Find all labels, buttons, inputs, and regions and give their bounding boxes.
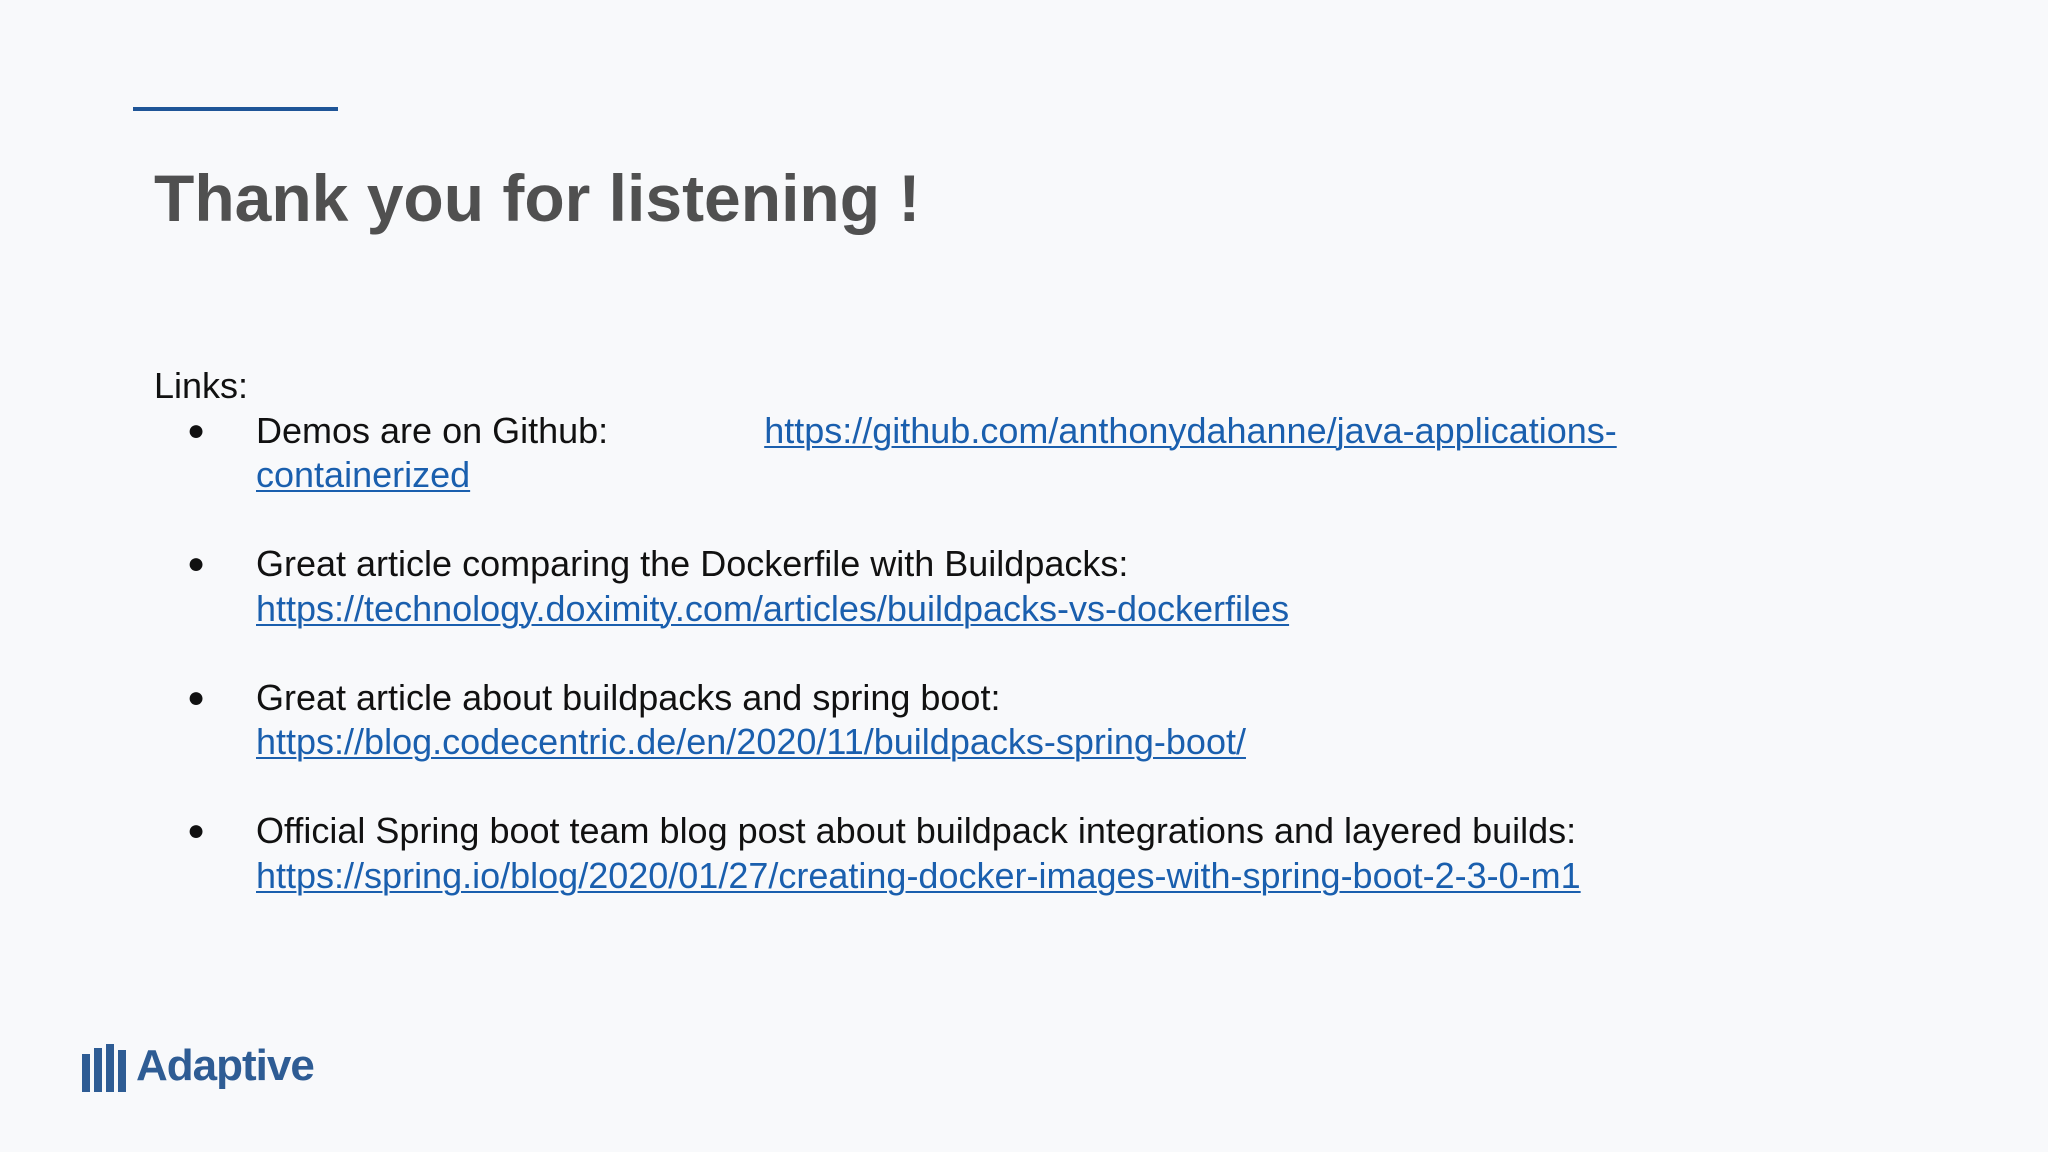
- bullet-icon: ●: [187, 413, 206, 447]
- title-accent-rule: [133, 107, 338, 111]
- bars-logo-icon: [82, 1040, 126, 1092]
- item-text-codecentric: Great article about buildpacks and sprin…: [256, 676, 1001, 718]
- github-link-line2: containerized: [256, 454, 471, 495]
- adaptive-logo: Adaptive: [82, 1040, 315, 1092]
- github-link-line1: https://github.com/anthonydahanne/java-a…: [764, 409, 1617, 451]
- bullet-icon: ●: [187, 680, 206, 714]
- list-item-spring: ● Official Spring boot team blog post ab…: [154, 809, 1714, 898]
- list-item-github: ● Demos are on Github: https://github.com…: [154, 409, 1714, 498]
- item-text-doximity: Great article comparing the Dockerfile w…: [256, 543, 1129, 584]
- slide-title: Thank you for listening !: [154, 161, 921, 235]
- item-text-spring: Official Spring boot team blog post abou…: [256, 810, 1577, 851]
- list-item-codecentric: ● Great article about buildpacks and spr…: [154, 676, 1714, 765]
- codecentric-link[interactable]: https://blog.codecentric.de/en/2020/11/b…: [256, 721, 1246, 762]
- list-item-doximity: ● Great article comparing the Dockerfile…: [154, 542, 1714, 631]
- link-list: ● Demos are on Github: https://github.com…: [154, 409, 1714, 899]
- bullet-icon: ●: [187, 547, 206, 580]
- spring-blog-link[interactable]: https://spring.io/blog/2020/01/27/creati…: [256, 855, 1581, 896]
- logo-text: Adaptive: [136, 1041, 315, 1090]
- bullet-icon: ●: [187, 814, 206, 847]
- doximity-link[interactable]: https://technology.doximity.com/articles…: [256, 588, 1289, 629]
- links-heading: Links:: [154, 365, 249, 406]
- item-text-github: Demos are on Github:: [256, 409, 609, 451]
- links-section: Links: ● Demos are on Github: https://git…: [154, 364, 1714, 898]
